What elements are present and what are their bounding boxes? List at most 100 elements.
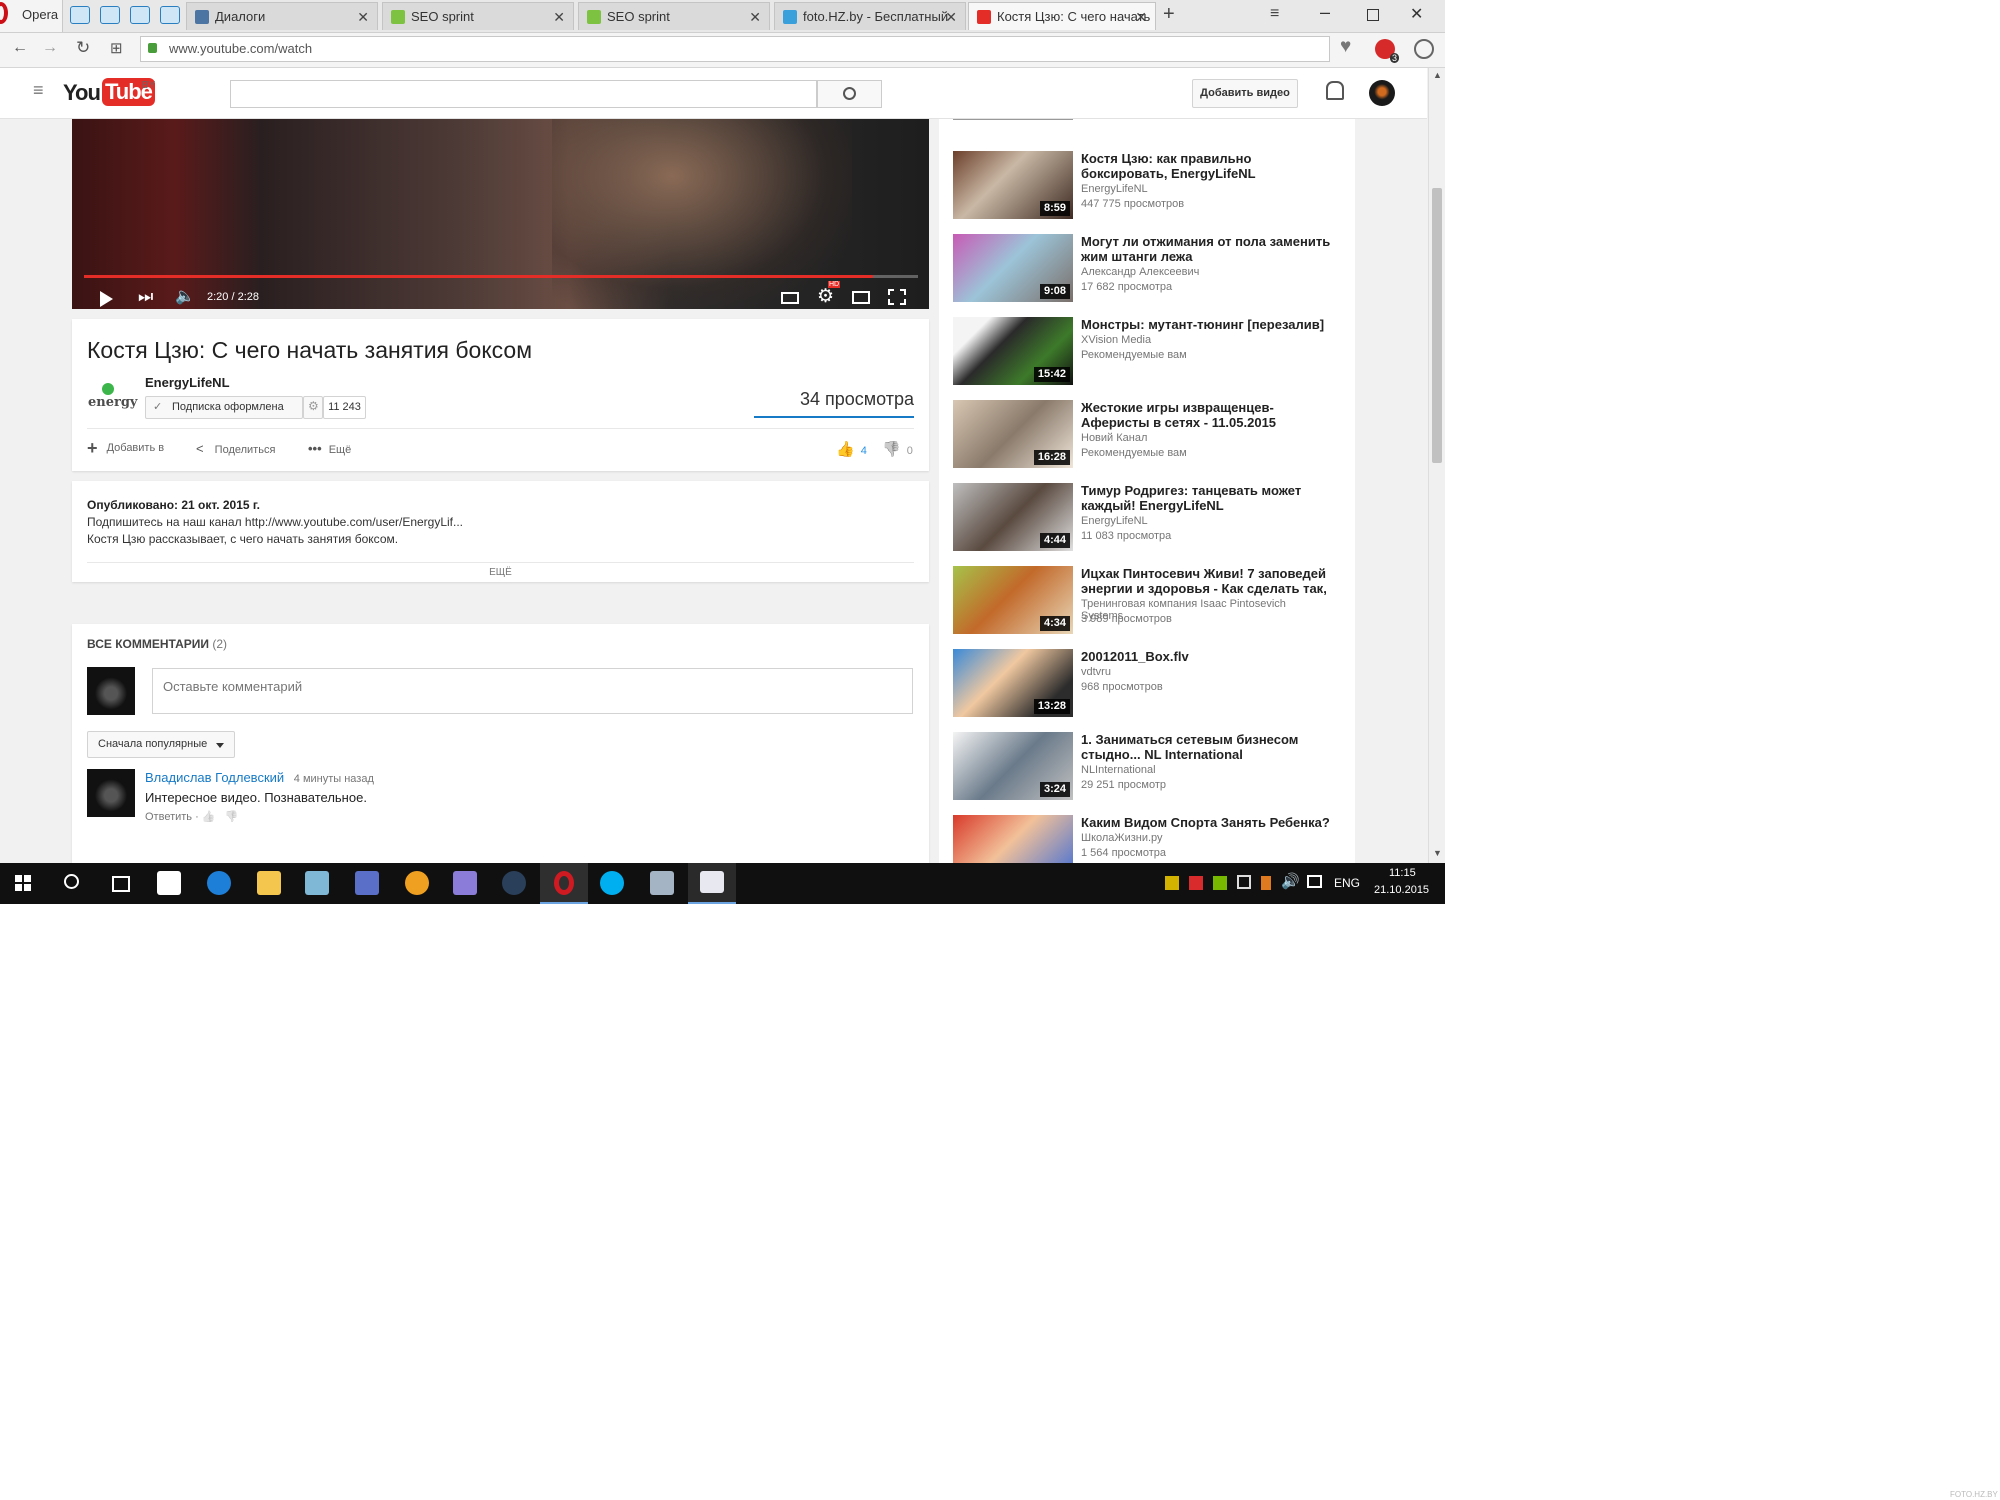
pinned-tab-icon[interactable] — [130, 6, 150, 24]
like-button[interactable]: 👍 4 — [836, 440, 867, 458]
opera-taskbar-button[interactable] — [540, 863, 588, 904]
scroll-up-icon[interactable]: ▲ — [1433, 70, 1442, 80]
back-icon[interactable]: ← — [12, 39, 28, 57]
close-tab-icon[interactable]: ✕ — [945, 3, 957, 30]
scrollbar[interactable]: ▲ ▼ — [1428, 68, 1445, 863]
search-icon[interactable] — [64, 874, 79, 889]
channel-name[interactable]: ШколаЖизни.ру — [1081, 832, 1163, 844]
recommended-video[interactable]: 4:34 Ицхак Пинтосевич Живи! 7 заповедей э… — [953, 566, 1327, 636]
language-indicator[interactable]: ENG — [1334, 876, 1360, 890]
video-title[interactable]: Каким Видом Спорта Занять Ребенка? — [1081, 815, 1331, 830]
start-windows-icon[interactable] — [15, 875, 31, 891]
channel-name[interactable]: vdtvru — [1081, 666, 1111, 678]
video-thumbnail[interactable]: 15:42 — [953, 317, 1073, 385]
video-title[interactable]: 20012011_Box.flv — [1081, 649, 1331, 664]
close-tab-icon[interactable]: ✕ — [1135, 3, 1147, 30]
video-thumbnail[interactable]: 4:34 — [953, 566, 1073, 634]
sort-dropdown[interactable]: Сначала популярные — [87, 731, 235, 758]
forward-icon[interactable]: → — [42, 39, 58, 57]
settings-gear-icon[interactable]: ⚙ — [817, 285, 834, 308]
visual-studio-icon[interactable] — [453, 871, 477, 895]
video-title[interactable]: Тимур Родригез: танцевать может каждый! … — [1081, 483, 1331, 513]
video-player[interactable]: ⏭ 🔈 2:20 / 2:28 ⚙ HD — [72, 119, 929, 309]
upload-button[interactable]: Добавить видео — [1192, 79, 1298, 108]
aimp-icon[interactable] — [405, 871, 429, 895]
thumbs-up-icon[interactable]: 👍 — [202, 811, 216, 823]
scroll-down-icon[interactable]: ▼ — [1433, 848, 1442, 858]
add-to-button[interactable]: + Добавить в — [87, 438, 164, 459]
dislike-button[interactable]: 👎 0 — [882, 440, 913, 458]
comment-time[interactable]: 4 минуты назад — [294, 773, 374, 785]
notepad-icon[interactable] — [305, 871, 329, 895]
recommended-video[interactable]: 1:51 Каким Видом Спорта Занять Ребенка? Шк… — [953, 815, 1330, 863]
subscription-settings-button[interactable]: ⚙ — [303, 396, 323, 419]
close-tab-icon[interactable]: ✕ — [749, 3, 761, 30]
clock-time[interactable]: 11:15 — [1389, 867, 1416, 879]
video-title[interactable]: Могут ли отжимания от пола заменить жим … — [1081, 234, 1331, 264]
video-thumbnail[interactable]: 4:44 — [953, 483, 1073, 551]
video-title[interactable]: Ицхак Пинтосевич Живи! 7 заповедей энерг… — [1081, 566, 1331, 596]
video-title[interactable]: 1. Заниматься сетевым бизнесом стыдно...… — [1081, 732, 1331, 762]
recommended-video[interactable]: 9:08 Могут ли отжимания от пола заменить … — [953, 234, 1330, 304]
recommended-video[interactable]: 15:42 Монстры: мутант-тюнинг [перезалив] X… — [953, 317, 1324, 387]
comment-author[interactable]: Владислав Годлевский — [145, 770, 284, 785]
channel-name[interactable]: Александр Алексеевич — [1081, 266, 1199, 278]
show-more-button[interactable]: ЕЩЁ — [72, 567, 929, 578]
video-title[interactable]: Жестокие игры извращенцев- Аферисты в се… — [1081, 400, 1331, 430]
adblock-extension-icon[interactable]: 3 — [1375, 39, 1399, 63]
close-tab-icon[interactable]: ✕ — [553, 3, 565, 30]
more-actions-button[interactable]: ••• Ещё — [308, 441, 351, 456]
nvidia-icon[interactable] — [1213, 876, 1227, 890]
channel-logo[interactable]: energy — [86, 379, 138, 415]
video-thumbnail[interactable]: 3:24 — [953, 732, 1073, 800]
recommended-video[interactable]: 16:28 Жестокие игры извращенцев- Аферисты… — [953, 400, 1323, 470]
task-view-icon[interactable] — [112, 876, 130, 892]
tab-foto-hz[interactable]: foto.HZ.by - Бесплатный ✕ — [774, 2, 966, 30]
comment-input[interactable]: Оставьте комментарий — [152, 668, 913, 714]
account-icon[interactable] — [1414, 39, 1434, 59]
theater-mode-icon[interactable] — [852, 291, 870, 304]
volume-icon[interactable]: 🔈 — [175, 286, 195, 306]
tab-youtube[interactable]: Костя Цзю: С чего начать ✕ — [968, 2, 1156, 30]
app-icon[interactable] — [650, 871, 674, 895]
youtube-logo[interactable]: You Tube — [63, 78, 155, 108]
pinned-tab-icon[interactable] — [160, 6, 180, 24]
app-icon[interactable] — [355, 871, 379, 895]
video-title[interactable]: Монстры: мутант-тюнинг [перезалив] — [1081, 317, 1331, 332]
file-explorer-icon[interactable] — [257, 871, 281, 895]
speed-dial-grid-icon[interactable]: ⊞ — [110, 39, 123, 57]
clock-date[interactable]: 21.10.2015 — [1374, 884, 1429, 896]
reply-button[interactable]: Ответить — [145, 811, 192, 823]
comment-author-avatar[interactable] — [87, 769, 135, 817]
new-tab-plus-icon[interactable]: + — [1163, 3, 1175, 26]
close-tab-icon[interactable]: ✕ — [357, 3, 369, 30]
recommended-video[interactable]: 8:59 Костя Цзю: как правильно боксировать… — [953, 151, 1323, 221]
channel-name[interactable]: XVision Media — [1081, 334, 1151, 346]
skype-icon[interactable] — [600, 871, 624, 895]
tray-app-icon[interactable] — [1165, 876, 1179, 890]
recommended-video[interactable]: 4:44 Тимур Родригез: танцевать может кажд… — [953, 483, 1323, 553]
channel-name[interactable]: EnergyLifeNL — [1081, 183, 1148, 195]
bookmark-heart-icon[interactable]: ♥ — [1340, 36, 1351, 58]
close-window-icon[interactable]: ✕ — [1410, 4, 1423, 24]
video-thumbnail[interactable]: 16:28 — [953, 400, 1073, 468]
store-icon[interactable] — [157, 871, 181, 895]
channel-name[interactable]: EnergyLifeNL — [145, 375, 230, 390]
user-avatar[interactable] — [1369, 80, 1395, 106]
scroll-thumb[interactable] — [1432, 188, 1442, 463]
action-center-icon[interactable] — [1307, 875, 1322, 888]
notifications-bell-icon[interactable] — [1326, 81, 1344, 100]
thumbs-down-icon[interactable]: 👎 — [225, 811, 239, 823]
fullscreen-icon[interactable] — [888, 289, 906, 305]
captions-icon[interactable] — [781, 292, 799, 304]
tab-seo-sprint-2[interactable]: SEO sprint ✕ — [578, 2, 770, 30]
tray-app-icon[interactable] — [1189, 876, 1203, 890]
restore-icon[interactable] — [1367, 9, 1379, 21]
channel-name[interactable]: EnergyLifeNL — [1081, 515, 1148, 527]
paint-taskbar-button[interactable] — [688, 863, 736, 904]
tab-menu-icon[interactable]: ≡ — [1270, 5, 1279, 23]
pinned-tab-icon[interactable] — [70, 6, 90, 24]
video-thumbnail[interactable]: 9:08 — [953, 234, 1073, 302]
video-thumbnail[interactable]: 8:59 — [953, 151, 1073, 219]
search-button[interactable] — [817, 80, 882, 108]
